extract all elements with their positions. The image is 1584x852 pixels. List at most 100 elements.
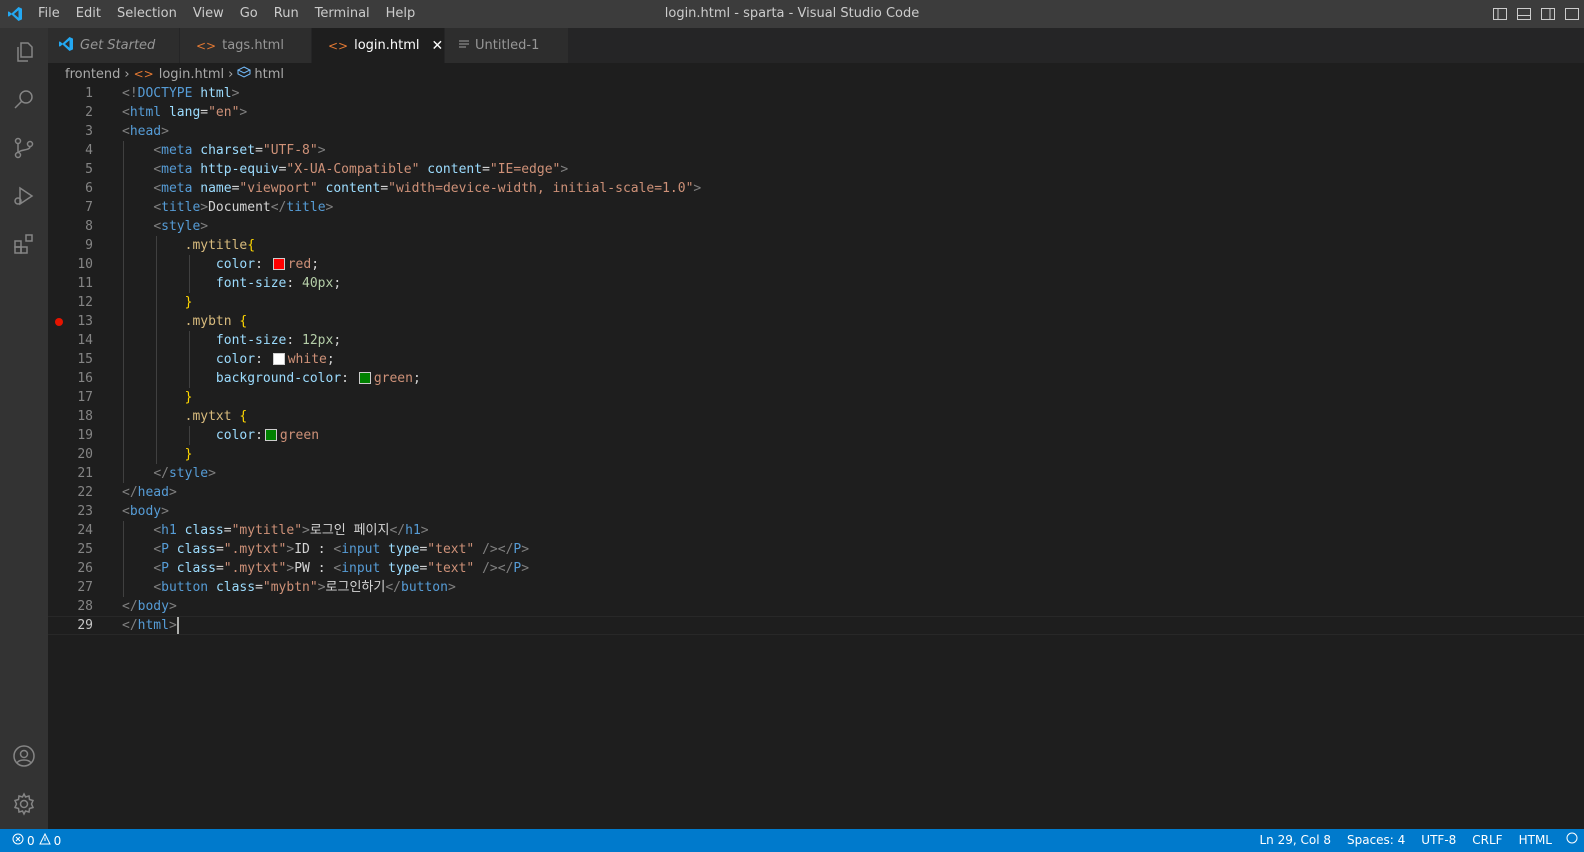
code-token: } [184, 447, 193, 462]
breadcrumb-folder[interactable]: frontend [65, 67, 120, 82]
breadcrumb-symbol[interactable]: html [254, 67, 284, 82]
code-line[interactable]: 7 <title>Document</title> [48, 198, 1584, 217]
settings-gear-icon[interactable] [0, 780, 48, 828]
search-icon[interactable] [0, 76, 48, 124]
code-token: < [153, 523, 162, 538]
code-editor[interactable]: 1 <!DOCTYPE html> 2 <html lang="en"> 3 <head>… [48, 84, 1584, 829]
code-line[interactable]: 29 </html> [48, 616, 1584, 635]
code-line[interactable]: 11 font-size: 40px; [48, 274, 1584, 293]
code-line[interactable]: 20 } [48, 445, 1584, 464]
close-icon[interactable]: ✕ [432, 38, 444, 54]
code-line[interactable]: 6 <meta name="viewport" content="width=d… [48, 179, 1584, 198]
encoding[interactable]: UTF-8 [1413, 829, 1464, 852]
color-swatch-icon[interactable] [272, 257, 285, 270]
code-token: <! [122, 86, 138, 101]
code-token: head [137, 485, 169, 500]
code-line[interactable]: 24 <h1 class="mytitle">로그인 페이지</h1> [48, 521, 1584, 540]
code-token: Document [208, 200, 271, 215]
indentation[interactable]: Spaces: 4 [1339, 829, 1413, 852]
code-line[interactable]: 12 } [48, 293, 1584, 312]
color-swatch-icon[interactable] [272, 352, 285, 365]
code-line[interactable]: 19 color: green [48, 426, 1584, 445]
code-text: <P class=".mytxt">ID : <input type="text… [122, 540, 529, 559]
line-number: 28 [77, 599, 93, 614]
code-line[interactable]: 17 } [48, 388, 1584, 407]
toggle-sidebar-icon[interactable] [1488, 0, 1512, 28]
explorer-icon[interactable] [0, 28, 48, 76]
code-line[interactable]: 8 <style> [48, 217, 1584, 236]
code-token: > [168, 599, 177, 614]
chevron-right-icon: › [124, 66, 130, 82]
cursor-position[interactable]: Ln 29, Col 8 [1251, 829, 1339, 852]
vscode-logo-icon [0, 0, 30, 28]
code-line[interactable]: 26 <P class=".mytxt">PW : <input type="t… [48, 559, 1584, 578]
code-line[interactable]: 25 <P class=".mytxt">ID : <input type="t… [48, 540, 1584, 559]
code-token: = [223, 523, 232, 538]
tab-untitled-1[interactable]: Untitled-1 [445, 28, 569, 63]
code-line[interactable]: 13 .mybtn { [48, 312, 1584, 331]
customize-layout-icon[interactable] [1560, 0, 1584, 28]
line-number: 13 [77, 314, 93, 329]
code-token: "UTF-8" [262, 143, 318, 158]
problems-indicator[interactable]: 0 0 [0, 832, 61, 848]
language-mode[interactable]: HTML [1511, 829, 1560, 852]
source-control-icon[interactable] [0, 124, 48, 172]
line-number: 9 [85, 238, 93, 253]
line-ending[interactable]: CRLF [1464, 829, 1510, 852]
code-line[interactable]: 9 .mytitle{ [48, 236, 1584, 255]
code-line[interactable]: 5 <meta http-equiv = "X-UA-Compatible" con… [48, 160, 1584, 179]
tab-get-started[interactable]: Get Started [48, 28, 180, 63]
breadcrumb-file[interactable]: login.html [159, 67, 224, 82]
code-line[interactable]: 2 <html lang="en"> [48, 103, 1584, 122]
line-number: 1 [85, 86, 93, 101]
code-line[interactable]: 15 color: white; [48, 350, 1584, 369]
code-text: <style> [122, 217, 208, 236]
code-line[interactable]: 4 <meta charset="UTF-8"> [48, 141, 1584, 160]
tab-tags-html[interactable]: <> tags.html [180, 28, 312, 63]
code-line[interactable]: 21 </style> [48, 464, 1584, 483]
menu-edit[interactable]: Edit [68, 0, 109, 28]
code-line[interactable]: 10 color: red; [48, 255, 1584, 274]
menu-run[interactable]: Run [266, 0, 307, 28]
line-number: 14 [77, 333, 93, 348]
breakpoint-icon[interactable] [55, 318, 63, 326]
code-token: </ [122, 599, 138, 614]
code-line[interactable]: 3 <head> [48, 122, 1584, 141]
menu-terminal[interactable]: Terminal [307, 0, 378, 28]
code-line[interactable]: 16 background-color: green; [48, 369, 1584, 388]
menu-go[interactable]: Go [232, 0, 266, 28]
code-text: </html> [122, 616, 179, 635]
code-text: .mytitle{ [122, 236, 255, 255]
run-debug-icon[interactable] [0, 172, 48, 220]
code-line[interactable]: 22 </head> [48, 483, 1584, 502]
code-line[interactable]: 18 .mytxt { [48, 407, 1584, 426]
menu-selection[interactable]: Selection [109, 0, 185, 28]
color-swatch-icon[interactable] [264, 428, 277, 441]
extensions-icon[interactable] [0, 220, 48, 268]
tab-login-html[interactable]: <> login.html ✕ [312, 28, 445, 63]
menu-file[interactable]: File [30, 0, 68, 28]
code-line[interactable]: 27 <button class="mybtn">로그인하기</button> [48, 578, 1584, 597]
code-line[interactable]: 28 </body> [48, 597, 1584, 616]
toggle-secondary-sidebar-icon[interactable] [1536, 0, 1560, 28]
code-line[interactable]: 1 <!DOCTYPE html> [48, 84, 1584, 103]
code-token: < [153, 143, 162, 158]
code-token: green [373, 371, 413, 386]
accounts-icon[interactable] [0, 732, 48, 780]
code-token: html [129, 105, 162, 120]
code-token: class [215, 580, 256, 595]
code-token: </ [385, 580, 401, 595]
code-token: : [255, 428, 263, 443]
color-swatch-icon[interactable] [358, 371, 371, 384]
code-line[interactable]: 23 <body> [48, 502, 1584, 521]
code-token: body [137, 599, 169, 614]
menu-view[interactable]: View [185, 0, 232, 28]
feedback-icon[interactable] [1560, 829, 1584, 852]
toggle-panel-icon[interactable] [1512, 0, 1536, 28]
code-line[interactable]: 14 font-size: 12px; [48, 331, 1584, 350]
menu-help[interactable]: Help [378, 0, 424, 28]
